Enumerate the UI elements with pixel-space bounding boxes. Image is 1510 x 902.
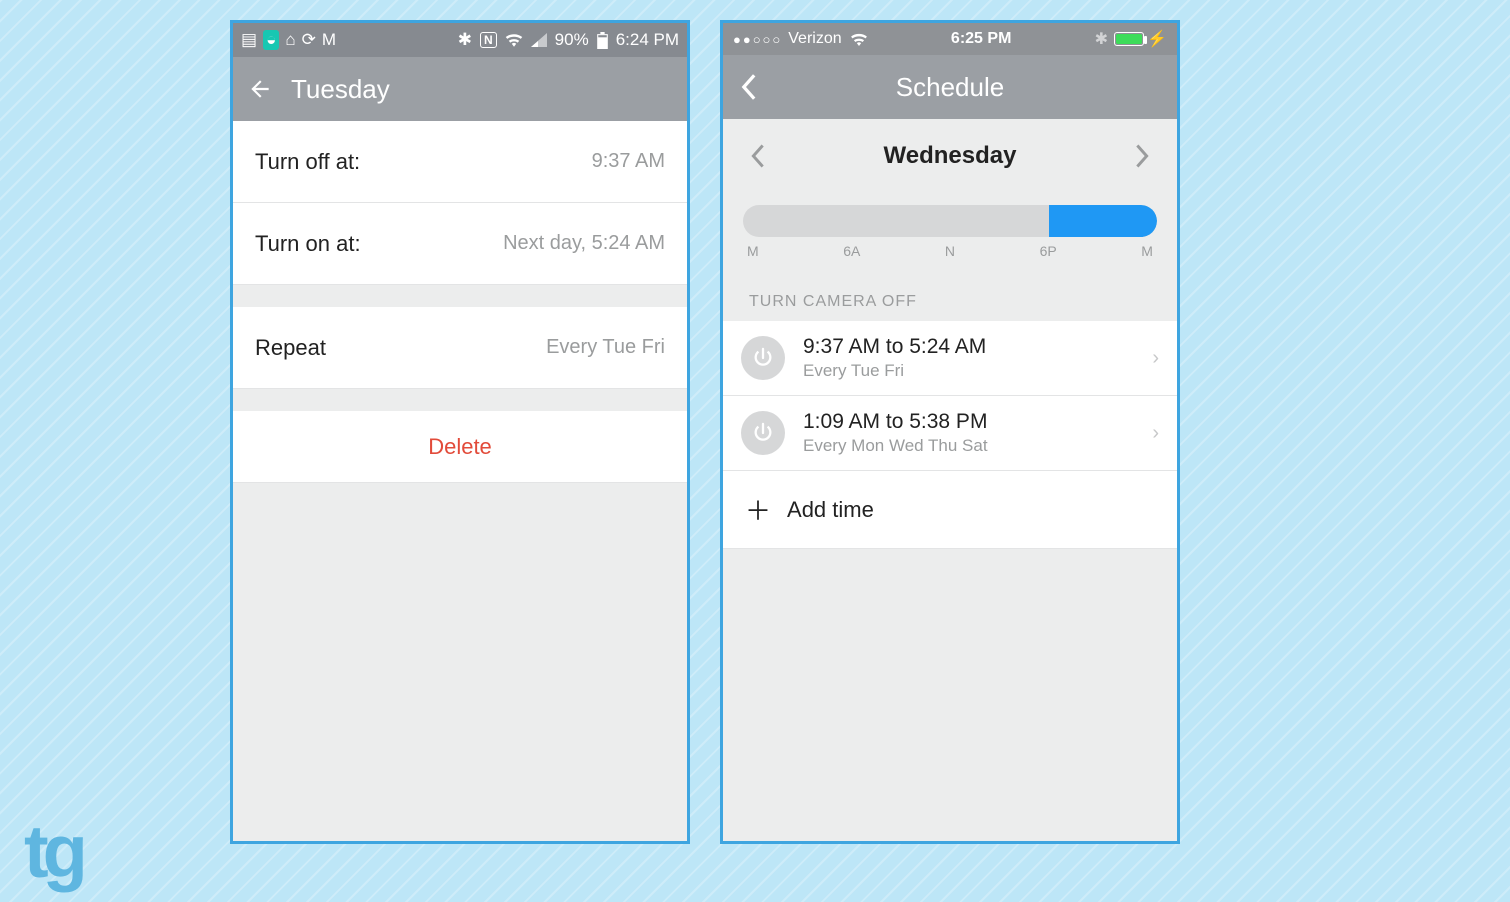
- battery-icon: [597, 32, 608, 49]
- section-gap: [233, 389, 687, 411]
- turn-on-value: Next day, 5:24 AM: [503, 232, 665, 255]
- tick-6p: 6P: [1040, 243, 1057, 259]
- carrier-text: Verizon: [788, 30, 841, 48]
- power-icon: [741, 411, 785, 455]
- battery-icon: [1114, 32, 1144, 46]
- repeat-label: Repeat: [255, 335, 326, 361]
- android-header: Tuesday: [233, 57, 687, 121]
- plus-icon: ＋: [745, 491, 771, 528]
- chevron-right-icon: ›: [1152, 347, 1159, 370]
- tick-6a: 6A: [843, 243, 860, 259]
- timeline: M 6A N 6P M: [723, 193, 1177, 265]
- sync-icon: ⟳: [302, 30, 316, 50]
- timeline-active-segment: [1049, 205, 1157, 237]
- wifi-icon: [505, 33, 523, 47]
- android-status-bar: ▤ ◒ ⌂ ⟳ M ✱ N 90% 6:24 PM: [233, 23, 687, 57]
- delete-button[interactable]: Delete: [233, 411, 687, 483]
- delete-label: Delete: [428, 434, 492, 460]
- tick-n: N: [945, 243, 955, 259]
- mail-icon: M: [322, 30, 336, 50]
- signal-dots-icon: ●●○○○: [733, 32, 782, 47]
- signal-icon: [531, 33, 547, 47]
- back-arrow-icon[interactable]: [247, 76, 273, 102]
- ios-status-bar: ●●○○○ Verizon 6:25 PM ✱ ⚡: [723, 23, 1177, 55]
- wifi-icon: [850, 33, 868, 46]
- repeat-row[interactable]: Repeat Every Tue Fri: [233, 307, 687, 389]
- schedule-range: 1:09 AM to 5:38 PM: [803, 410, 988, 434]
- home-icon: ⌂: [285, 30, 295, 50]
- app-icon: ◒: [263, 30, 279, 50]
- screenshot-icon: ▤: [241, 30, 257, 50]
- day-selector: Wednesday: [723, 119, 1177, 193]
- back-chevron-icon[interactable]: [741, 74, 757, 100]
- turn-on-row[interactable]: Turn on at: Next day, 5:24 AM: [233, 203, 687, 285]
- chevron-right-icon: ›: [1152, 422, 1159, 445]
- ios-nav-bar: Schedule: [723, 55, 1177, 119]
- repeat-value: Every Tue Fri: [546, 336, 665, 359]
- schedule-days: Every Tue Fri: [803, 361, 986, 381]
- schedule-range: 9:37 AM to 5:24 AM: [803, 335, 986, 359]
- power-icon: [741, 336, 785, 380]
- section-header: TURN CAMERA OFF: [723, 265, 1177, 321]
- nfc-icon: N: [480, 32, 497, 48]
- android-phone: ▤ ◒ ⌂ ⟳ M ✱ N 90% 6:24 PM: [230, 20, 690, 844]
- add-time-button[interactable]: ＋ Add time: [723, 471, 1177, 549]
- page-title: Tuesday: [291, 74, 390, 105]
- battery-percent: 90%: [555, 30, 589, 50]
- schedule-days: Every Mon Wed Thu Sat: [803, 436, 988, 456]
- tick-m2: M: [1141, 243, 1153, 259]
- timeline-ticks: M 6A N 6P M: [743, 237, 1157, 259]
- schedule-item[interactable]: 1:09 AM to 5:38 PM Every Mon Wed Thu Sat…: [723, 396, 1177, 471]
- nav-title: Schedule: [757, 72, 1143, 103]
- section-gap: [233, 285, 687, 307]
- clock-text: 6:24 PM: [616, 30, 679, 50]
- current-day: Wednesday: [765, 142, 1135, 170]
- tick-m1: M: [747, 243, 759, 259]
- turn-off-value: 9:37 AM: [592, 150, 665, 173]
- turn-off-row[interactable]: Turn off at: 9:37 AM: [233, 121, 687, 203]
- schedule-item[interactable]: 9:37 AM to 5:24 AM Every Tue Fri ›: [723, 321, 1177, 396]
- bluetooth-icon: ✱: [458, 30, 472, 50]
- bluetooth-icon: ✱: [1095, 29, 1108, 49]
- next-day-button[interactable]: [1135, 144, 1149, 168]
- prev-day-button[interactable]: [751, 144, 765, 168]
- tg-logo: tg: [24, 809, 82, 894]
- turn-on-label: Turn on at:: [255, 231, 361, 257]
- clock-text: 6:25 PM: [868, 30, 1095, 48]
- timeline-bar[interactable]: [743, 205, 1157, 237]
- turn-off-label: Turn off at:: [255, 149, 360, 175]
- charging-icon: ⚡: [1147, 29, 1167, 49]
- add-time-label: Add time: [787, 497, 874, 523]
- ios-phone: ●●○○○ Verizon 6:25 PM ✱ ⚡ Schedule Wedne…: [720, 20, 1180, 844]
